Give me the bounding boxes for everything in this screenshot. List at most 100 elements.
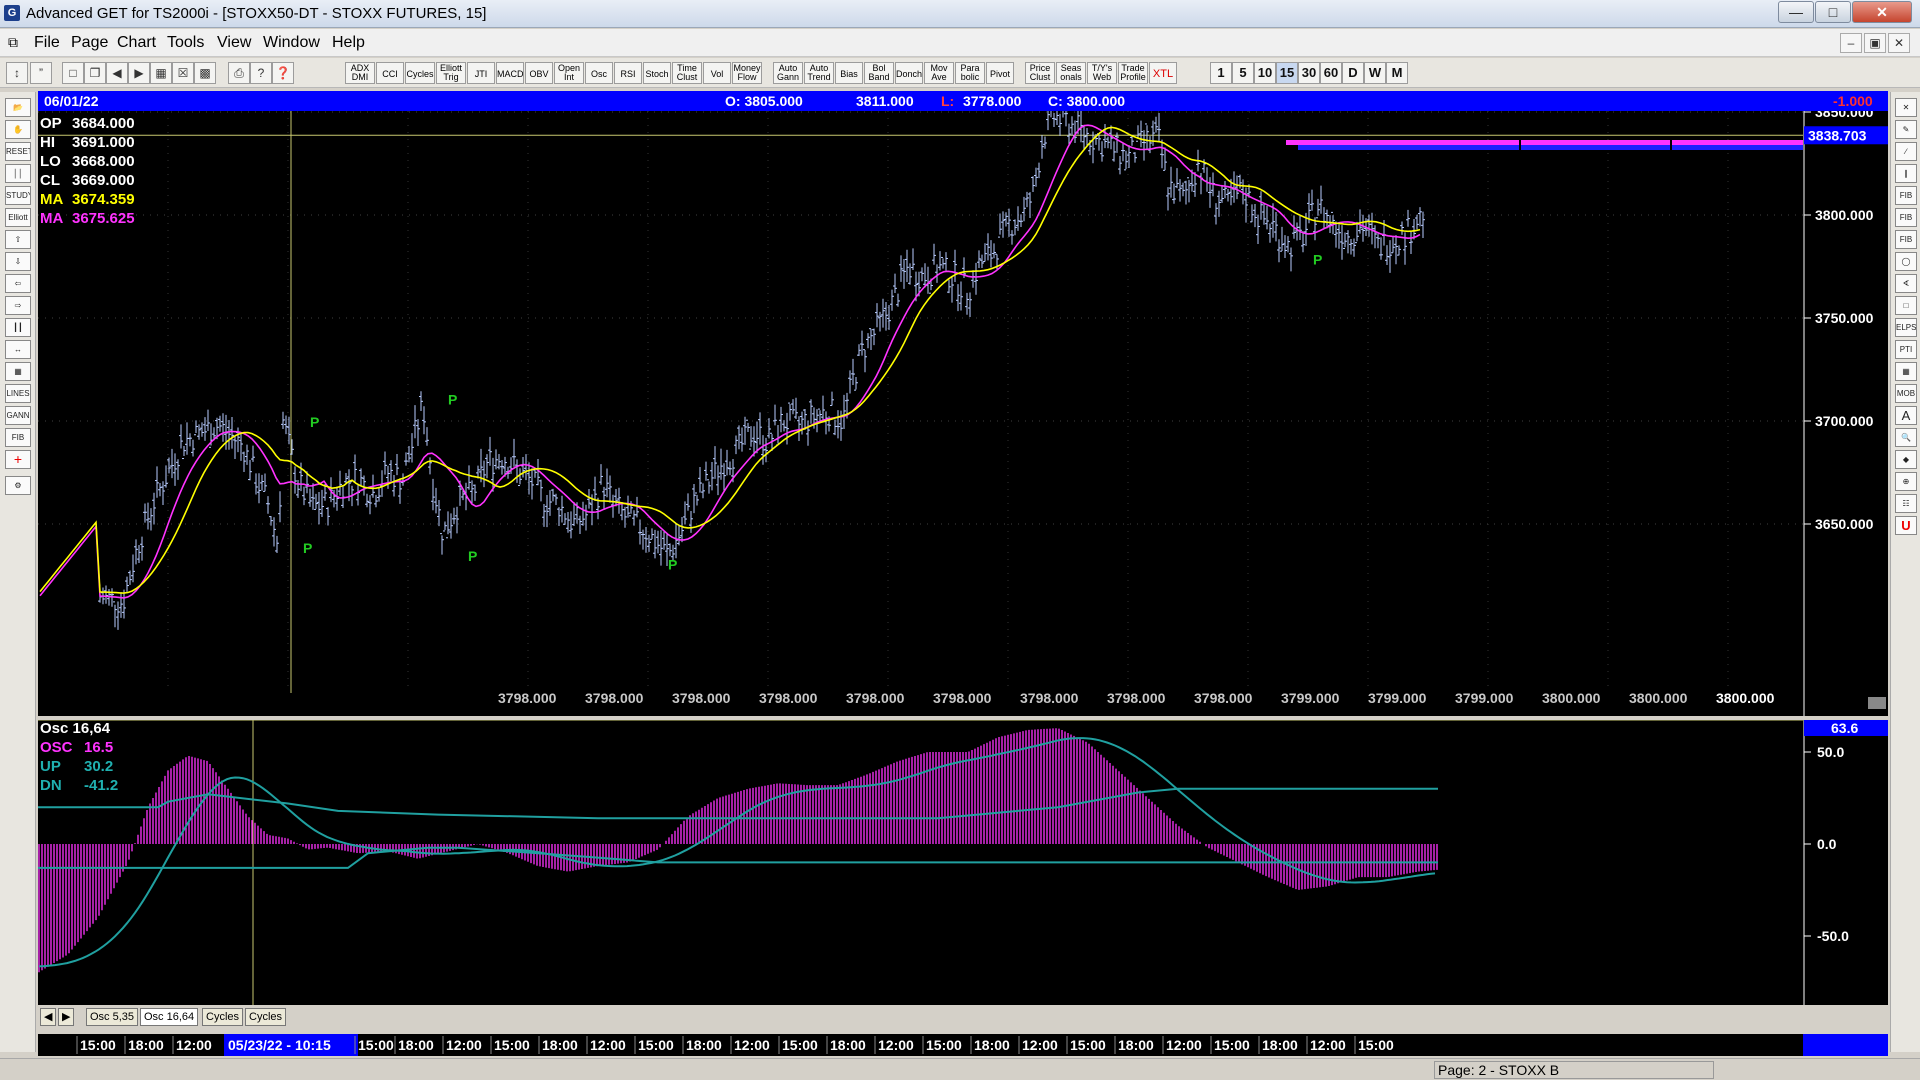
help-icon[interactable]: ?: [250, 62, 272, 84]
open-icon[interactable]: 📂: [5, 98, 31, 117]
bars-icon[interactable]: ┃┃: [5, 318, 31, 337]
pencil-icon[interactable]: ✎: [1895, 120, 1917, 139]
box-icon[interactable]: □: [1895, 296, 1917, 315]
ruler-icon[interactable]: ││: [5, 164, 31, 183]
tab-cycles-2[interactable]: Cycles: [245, 1008, 287, 1026]
fib-ret-button[interactable]: FIB RET: [1895, 186, 1917, 205]
timeframe-10[interactable]: 10: [1254, 62, 1276, 84]
layers-icon[interactable]: ☷: [1895, 494, 1917, 513]
timeframe-30[interactable]: 30: [1298, 62, 1320, 84]
pti-button[interactable]: PTI: [1895, 340, 1917, 359]
mdi-restore-icon[interactable]: ▣: [1864, 33, 1886, 53]
tab-osc-16-64[interactable]: Osc 16,64: [140, 1008, 199, 1026]
indicator-button-open-int[interactable]: Open Int: [554, 62, 584, 84]
indicator-button-jti[interactable]: JTI: [467, 62, 495, 84]
menu-tools[interactable]: Tools: [167, 34, 204, 52]
grid-icon[interactable]: ▩: [194, 62, 216, 84]
indicator-button-time-clust[interactable]: Time Clust: [672, 62, 702, 84]
tab-osc-5-35[interactable]: Osc 5,35: [86, 1008, 139, 1026]
channel-icon[interactable]: ∥: [1895, 164, 1917, 183]
indicator-button-xtl[interactable]: XTL: [1149, 62, 1177, 84]
text-tool-button[interactable]: A: [1895, 406, 1917, 425]
hand-icon[interactable]: ✋: [5, 120, 31, 139]
timeframe-1[interactable]: 1: [1210, 62, 1232, 84]
indicator-button-obv[interactable]: OBV: [525, 62, 553, 84]
indicator-button-pivot[interactable]: Pivot: [986, 62, 1014, 84]
maximize-button[interactable]: □: [1815, 1, 1851, 23]
copy-page-icon[interactable]: ❐: [84, 62, 106, 84]
indicator-button-adx-dmi[interactable]: ADX DMI: [345, 62, 375, 84]
mob-button[interactable]: MOB: [1895, 384, 1917, 403]
arrow-right-icon[interactable]: ⇨: [5, 296, 31, 315]
indicator-button-cycles[interactable]: Cycles: [405, 62, 435, 84]
indicator-button-stoch[interactable]: Stoch: [643, 62, 671, 84]
indicator-button-donch[interactable]: Donch: [895, 62, 923, 84]
minimize-button[interactable]: —: [1778, 1, 1814, 23]
tab-scroll-left-icon[interactable]: ◀: [40, 1008, 56, 1026]
indicator-button-auto-gann[interactable]: Auto Gann: [773, 62, 803, 84]
quote-icon[interactable]: ”: [30, 62, 52, 84]
u-tool-button[interactable]: U: [1895, 516, 1917, 535]
context-help-icon[interactable]: ❓: [272, 62, 294, 84]
new-page-icon[interactable]: □: [62, 62, 84, 84]
pointer-icon[interactable]: ↕: [6, 62, 28, 84]
fib-ext-button[interactable]: FIB EXT: [1895, 208, 1917, 227]
indicator-button-mov-ave[interactable]: Mov Ave: [924, 62, 954, 84]
nav-back-icon[interactable]: ◀: [106, 62, 128, 84]
tile-icon[interactable]: ▦: [150, 62, 172, 84]
elliott-button[interactable]: Elliott: [5, 208, 31, 227]
mdi-close-icon[interactable]: ✕: [1888, 33, 1910, 53]
indicator-button-vol[interactable]: Vol: [703, 62, 731, 84]
arrow-up-icon[interactable]: ⇧: [5, 230, 31, 249]
timeframe-d[interactable]: D: [1342, 62, 1364, 84]
cross-icon[interactable]: ☒: [172, 62, 194, 84]
fan-icon[interactable]: ∢: [1895, 274, 1917, 293]
indicator-button-money-flow[interactable]: Money Flow: [732, 62, 762, 84]
indicator-button-para-bolic[interactable]: Para bolic: [955, 62, 985, 84]
circle-icon[interactable]: ◯: [1895, 252, 1917, 271]
reset-button[interactable]: RESET: [5, 142, 31, 161]
study-button[interactable]: STUDY: [5, 186, 31, 205]
price-chart-canvas[interactable]: 3900.0003850.0003800.0003750.0003700.000…: [38, 1, 1888, 716]
menu-page[interactable]: Page: [71, 34, 108, 52]
fib-button[interactable]: FIB: [5, 428, 31, 447]
close-line-icon[interactable]: ✕: [1895, 98, 1917, 117]
oscillator-canvas[interactable]: 50.0 0.0 -50.0 63.6 Osc 16,64 OSC 16.5 UP 30.2 DN…: [38, 719, 1888, 1005]
doc-icon[interactable]: ⧉: [8, 34, 18, 51]
mdi-minimize-icon[interactable]: –: [1840, 33, 1862, 53]
indicator-button-seas-onals[interactable]: Seas onals: [1056, 62, 1086, 84]
indicator-button-macd[interactable]: MACD: [496, 62, 524, 84]
menu-help[interactable]: Help: [332, 34, 365, 52]
nav-forward-icon[interactable]: ▶: [128, 62, 150, 84]
arrow-down-icon[interactable]: ⇩: [5, 252, 31, 271]
indicator-button-elliott-trig[interactable]: Elliott Trig: [436, 62, 466, 84]
menu-window[interactable]: Window: [263, 34, 320, 52]
indicator-button-rsi[interactable]: RSI: [614, 62, 642, 84]
compass-icon[interactable]: ⊕: [1895, 472, 1917, 491]
oscillator-pane[interactable]: 50.0 0.0 -50.0 63.6 Osc 16,64 OSC 16.5 UP 30.2 DN…: [38, 719, 1888, 1005]
indicator-button-trade-profile[interactable]: Trade Profile: [1118, 62, 1148, 84]
timeframe-15[interactable]: 15: [1276, 62, 1298, 84]
tab-scroll-right-icon[interactable]: ▶: [58, 1008, 74, 1026]
menu-view[interactable]: View: [217, 34, 251, 52]
zoom-icon[interactable]: 🔍: [1895, 428, 1917, 447]
timeframe-w[interactable]: W: [1364, 62, 1386, 84]
settings-icon[interactable]: ⚙: [5, 476, 31, 495]
timeframe-5[interactable]: 5: [1232, 62, 1254, 84]
grid-tool-icon[interactable]: ▦: [1895, 362, 1917, 381]
timeframe-60[interactable]: 60: [1320, 62, 1342, 84]
indicator-button-osc[interactable]: Osc: [585, 62, 613, 84]
print-icon[interactable]: ⎙: [228, 62, 250, 84]
indicator-button-price-clust[interactable]: Price Clust: [1025, 62, 1055, 84]
gann-button[interactable]: GANN: [5, 406, 31, 425]
timeframe-m[interactable]: M: [1386, 62, 1408, 84]
ellipse-button[interactable]: ELPS: [1895, 318, 1917, 337]
price-chart[interactable]: 3900.0003850.0003800.0003750.0003700.000…: [38, 1, 1888, 716]
table-icon[interactable]: ▦: [5, 362, 31, 381]
menu-file[interactable]: File: [34, 34, 60, 52]
tab-cycles-1[interactable]: Cycles: [202, 1008, 244, 1026]
indicator-button-bias[interactable]: Bias: [835, 62, 863, 84]
fib-time-button[interactable]: FIB TIME: [1895, 230, 1917, 249]
expand-icon[interactable]: ↔: [5, 340, 31, 359]
close-button[interactable]: ✕: [1852, 1, 1912, 23]
